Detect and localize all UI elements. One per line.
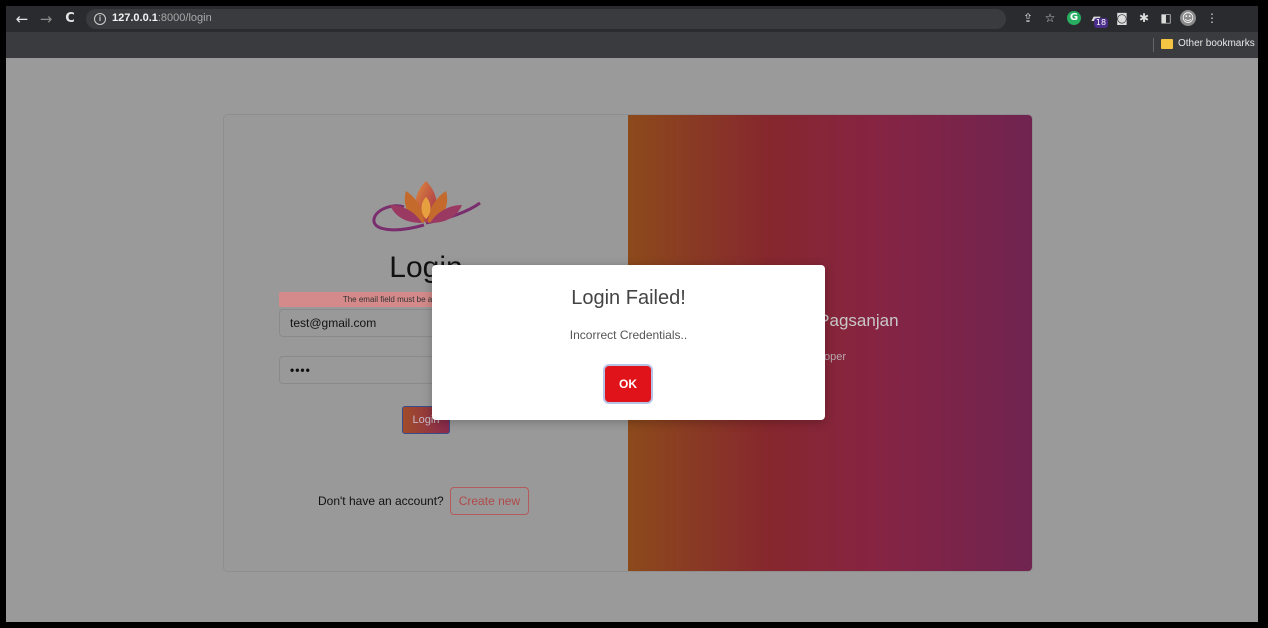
- bookmarks-bar: Other bookmarks: [6, 32, 1258, 58]
- forward-arrow-icon[interactable]: →: [36, 9, 56, 29]
- avatar-icon[interactable]: ☺: [1180, 10, 1196, 26]
- site-info-icon[interactable]: i: [94, 13, 106, 25]
- grammarly-icon[interactable]: G: [1067, 11, 1081, 25]
- address-bar[interactable]: i 127.0.0.1:8000/login: [86, 9, 1006, 29]
- menu-icon[interactable]: ⋮: [1204, 10, 1220, 26]
- dialog-title: Login Failed!: [571, 287, 686, 309]
- other-bookmarks-link[interactable]: Other bookmarks: [1178, 38, 1255, 49]
- login-failed-dialog: Login Failed! Incorrect Credentials.. OK: [432, 265, 825, 420]
- back-arrow-icon[interactable]: ←: [12, 9, 32, 29]
- camera-icon[interactable]: ◙: [1114, 10, 1130, 26]
- folder-icon: [1161, 39, 1173, 49]
- browser-toolbar: ← → C i 127.0.0.1:8000/login ⇪ ☆ G ▰ 18 …: [6, 6, 1258, 32]
- extension-badge-icon: 18: [1094, 18, 1108, 28]
- url-text: 127.0.0.1:8000/login: [112, 12, 212, 24]
- reload-icon[interactable]: C: [60, 9, 80, 29]
- sidepanel-icon[interactable]: ◧: [1158, 10, 1174, 26]
- modal-overlay: Login Failed! Incorrect Credentials.. OK: [6, 58, 1258, 622]
- dialog-message: Incorrect Credentials..: [569, 328, 688, 342]
- share-icon[interactable]: ⇪: [1020, 10, 1036, 26]
- bookmarks-divider: [1153, 38, 1154, 52]
- star-icon[interactable]: ☆: [1042, 10, 1058, 26]
- page-content: Login The email field must be a valid em…: [6, 58, 1258, 622]
- browser-window: ← → C i 127.0.0.1:8000/login ⇪ ☆ G ▰ 18 …: [6, 6, 1258, 622]
- puzzle-icon[interactable]: ✱: [1136, 10, 1152, 26]
- ok-button[interactable]: OK: [605, 366, 651, 402]
